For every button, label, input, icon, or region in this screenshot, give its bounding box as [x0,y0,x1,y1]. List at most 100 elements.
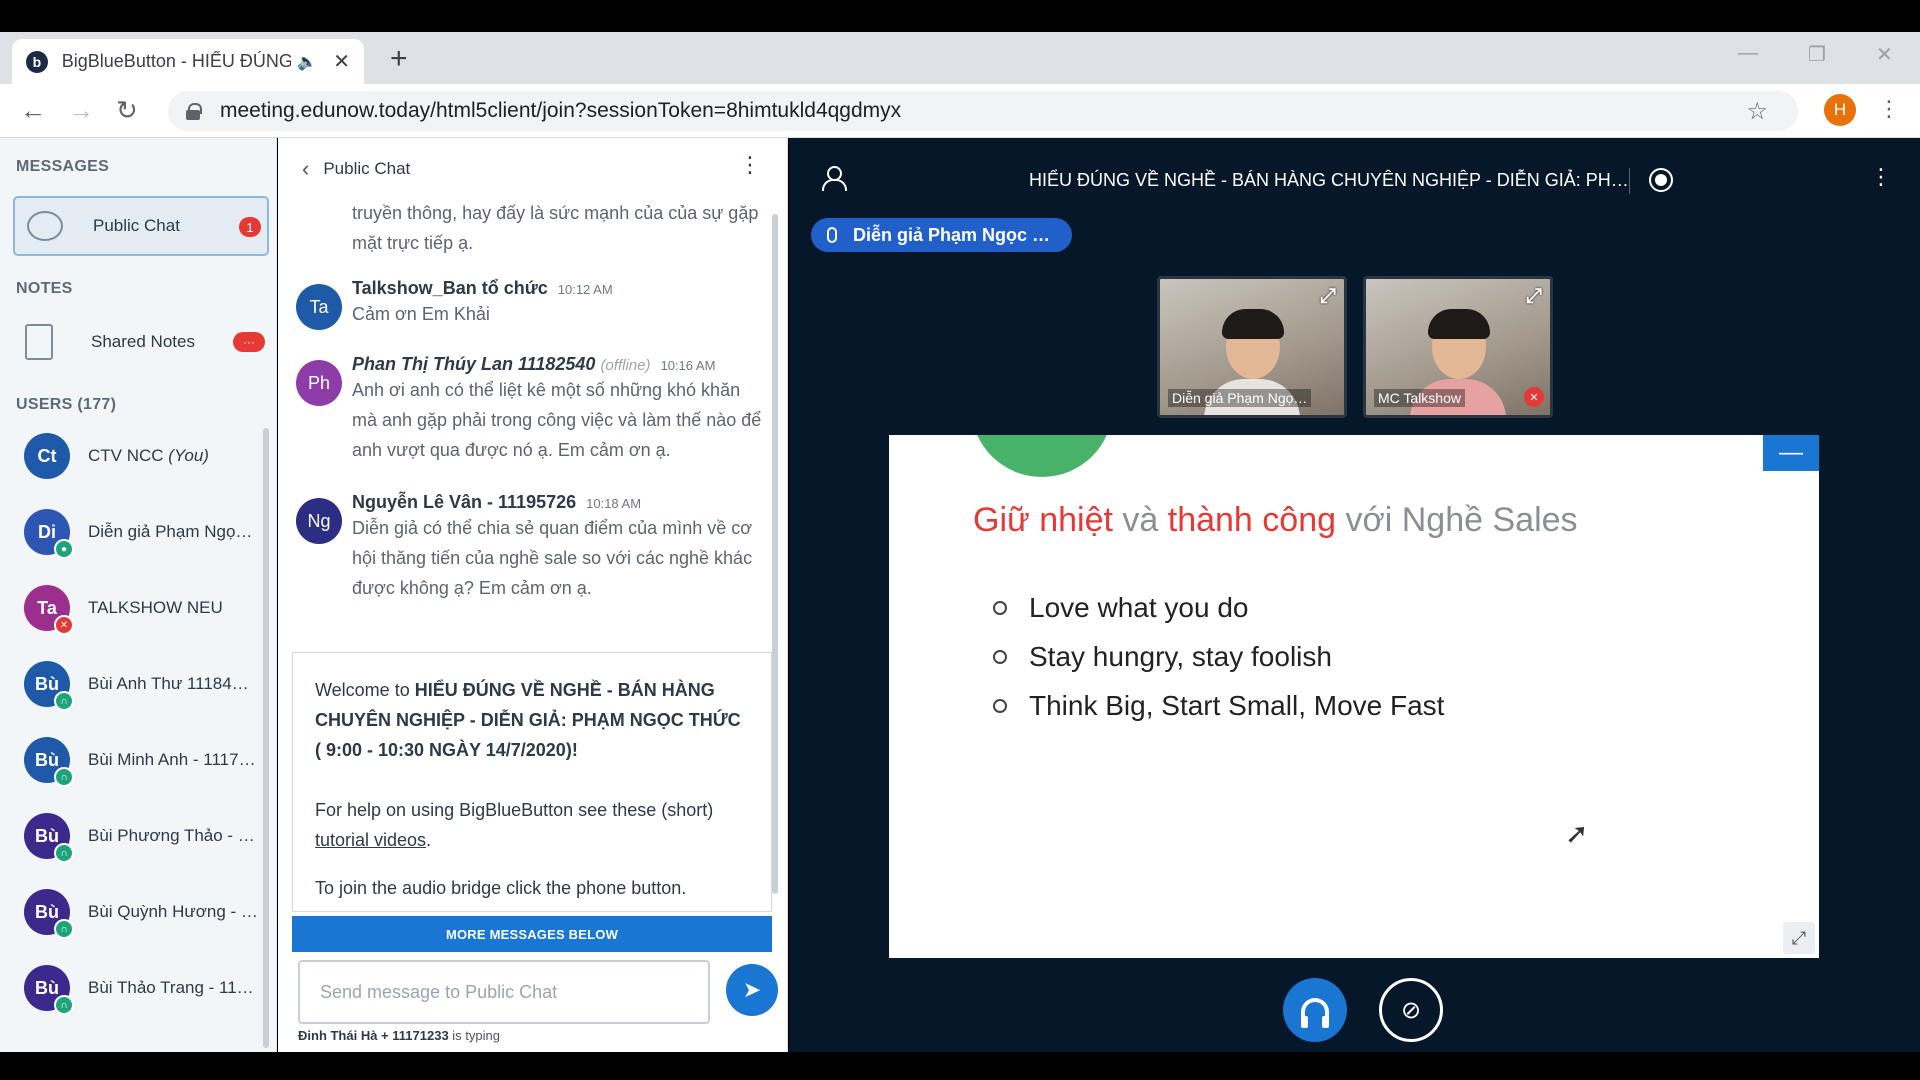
user-list-item[interactable]: Di ● Diễn giả Phạm Ngọ… [0,494,266,570]
message-text: Anh ơi anh có thể liệt kê một số những k… [352,380,762,460]
muted-mic-icon: ✕ [54,615,74,635]
user-avatar: Bù ∩ [24,813,74,863]
user-name: CTV NCC (You) [88,446,209,465]
message-text: Cảm ơn Em Khải [352,304,490,324]
expand-icon[interactable]: ⤢ [1526,285,1542,308]
browser-menu-icon[interactable]: ⋮ [1878,96,1900,122]
browser-tab[interactable]: b BigBlueButton - HIỂU ĐÚNG 🔈 ✕ [12,39,364,84]
chat-bubble-icon [27,211,63,241]
user-list-item[interactable]: Bù ∩ Bùi Quỳnh Hương - … [0,874,266,950]
forward-icon[interactable]: → [68,95,94,126]
profile-avatar[interactable]: H [1824,94,1856,126]
user-list-item[interactable]: Bù ∩ Bùi Anh Thư 111847… [0,646,266,722]
video-label: Diễn giả Phạm Ngọ… [1168,389,1312,407]
user-list-scrollbar[interactable] [263,428,269,1048]
chat-options-icon[interactable]: ⋮ [739,152,761,178]
presentation-slide[interactable]: — Giữ nhiệt và thành công với Nghề Sales… [889,435,1819,958]
camera-off-icon: ⊘ [1400,996,1422,1024]
chat-message: Ta Talkshow_Ban tổ chức 10:12 AM Cảm ơn E… [296,278,766,330]
chat-panel: ‹ Public Chat ⋮ truyền thông, hay đấy là… [278,138,788,1052]
message-time: 10:12 AM [557,282,613,297]
user-name: TALKSHOW NEU [88,598,223,617]
slide-decoration-circle [971,435,1113,477]
welcome-message: Welcome to HIỂU ĐÚNG VỀ NGHỀ - BÁN HÀNG … [292,652,772,912]
bigbluebutton-favicon-icon: b [26,50,48,73]
restore-window-icon[interactable]: ❐ [1808,42,1826,67]
slide-bullet: Stay hungry, stay foolish [993,632,1444,681]
headphones-icon [1301,998,1329,1028]
leave-audio-button[interactable] [1283,978,1347,1042]
message-time: 10:16 AM [660,358,716,373]
user-list-panel: MESSAGES Public Chat 1 NOTES Shared Note… [0,138,277,1052]
minimize-presentation-button[interactable]: — [1763,435,1819,471]
reload-icon[interactable]: ↻ [116,95,138,126]
headphones-icon: ∩ [54,995,74,1015]
expand-icon[interactable]: ⤢ [1320,285,1336,308]
record-icon[interactable] [1649,168,1673,192]
back-icon[interactable]: ← [20,95,46,126]
options-menu-icon[interactable]: ⋮ [1870,164,1892,190]
tab-close-icon[interactable]: ✕ [333,49,350,74]
share-webcam-button[interactable]: ⊘ [1379,978,1443,1042]
video-label: MC Talkshow [1374,389,1465,407]
messages-section-title: MESSAGES [16,158,110,175]
close-window-icon[interactable]: ✕ [1876,42,1893,67]
user-avatar: Di ● [24,509,74,559]
lock-icon [186,103,202,120]
address-bar[interactable]: meeting.edunow.today/html5client/join?se… [168,91,1798,131]
document-icon [25,324,53,360]
you-tag: (You) [168,446,209,465]
user-list-item[interactable]: Ct CTV NCC (You) [0,418,266,494]
bookmark-star-icon[interactable]: ☆ [1746,97,1768,126]
more-messages-below-button[interactable]: MORE MESSAGES BELOW [292,916,772,952]
tab-audio-icon[interactable]: 🔈 [297,52,317,72]
user-avatar: Bù ∩ [24,661,74,711]
shared-notes-item[interactable]: Shared Notes ··· [13,314,269,370]
message-time: 10:18 AM [586,496,642,511]
talking-indicator[interactable]: Diễn giả Phạm Ngọc … [811,218,1073,252]
users-section-title: USERS (177) [16,396,117,413]
unread-badge: 1 [239,217,261,237]
user-name: Bùi Minh Anh - 1117… [88,750,256,769]
headphones-icon: ∩ [54,691,74,711]
user-list-item[interactable]: Bù ∩ Bùi Minh Anh - 1117… [0,722,266,798]
minimize-window-icon[interactable]: — [1738,42,1758,65]
message-avatar: Ng [296,498,342,544]
user-list-item[interactable]: Bù ∩ Bùi Phương Thảo - … [0,798,266,874]
fullscreen-icon[interactable]: ⤢ [1783,922,1815,954]
chat-header[interactable]: ‹ Public Chat [302,156,410,182]
user-avatar: Bù ∩ [24,965,74,1015]
mouse-cursor-icon: ➚ [1565,818,1589,849]
chat-scrollbar[interactable] [772,214,778,894]
send-message-button[interactable]: ➤ [726,964,778,1016]
chevron-left-icon: ‹ [302,156,310,181]
microphone-icon: ● [54,539,74,559]
bbb-app: MESSAGES Public Chat 1 NOTES Shared Note… [0,138,1920,1052]
media-area: HIỂU ĐÚNG VỀ NGHỀ - BÁN HÀNG CHUYÊN NGHI… [789,138,1920,1052]
chat-message: Ng Nguyễn Lê Vân - 11195726 10:18 AM Diễn… [296,492,766,603]
user-name: Bùi Anh Thư 111847… [88,674,258,693]
tab-title: BigBlueButton - HIỂU ĐÚNG [61,51,292,71]
message-avatar: Ta [296,284,342,330]
user-list-item[interactable]: Bù ∩ Bùi Thảo Trang - 11… [0,950,266,1026]
message-author: Talkshow_Ban tổ chức 10:12 AM [352,278,613,298]
muted-mic-icon: ✕ [1524,387,1544,407]
title-separator [1629,168,1630,194]
chat-message-input[interactable]: Send message to Public Chat [298,960,710,1024]
microphone-icon [827,227,837,243]
slide-bullet: Love what you do [993,583,1444,632]
url-text: meeting.edunow.today/html5client/join?se… [220,99,902,122]
user-list-toggle-icon[interactable] [821,166,847,191]
slide-bullet: Think Big, Start Small, Move Fast [993,681,1444,730]
public-chat-label: Public Chat [93,216,180,235]
user-list-item[interactable]: Ta ✕ TALKSHOW NEU [0,570,266,646]
video-tile-mc[interactable]: ⤢ MC Talkshow ✕ [1363,276,1553,418]
notes-section-title: NOTES [16,280,73,297]
tutorial-videos-link[interactable]: tutorial videos [315,830,426,850]
talker-name: Diễn giả Phạm Ngọc … [853,224,1051,245]
message-author: Phan Thị Thúy Lan 11182540 (offline) 10:1… [352,354,716,374]
slide-title: Giữ nhiệt và thành công với Nghề Sales [973,501,1578,539]
video-tile-speaker[interactable]: ⤢ Diễn giả Phạm Ngọ… [1157,276,1347,418]
public-chat-item[interactable]: Public Chat 1 [13,196,269,256]
new-tab-button[interactable]: + [390,42,408,76]
